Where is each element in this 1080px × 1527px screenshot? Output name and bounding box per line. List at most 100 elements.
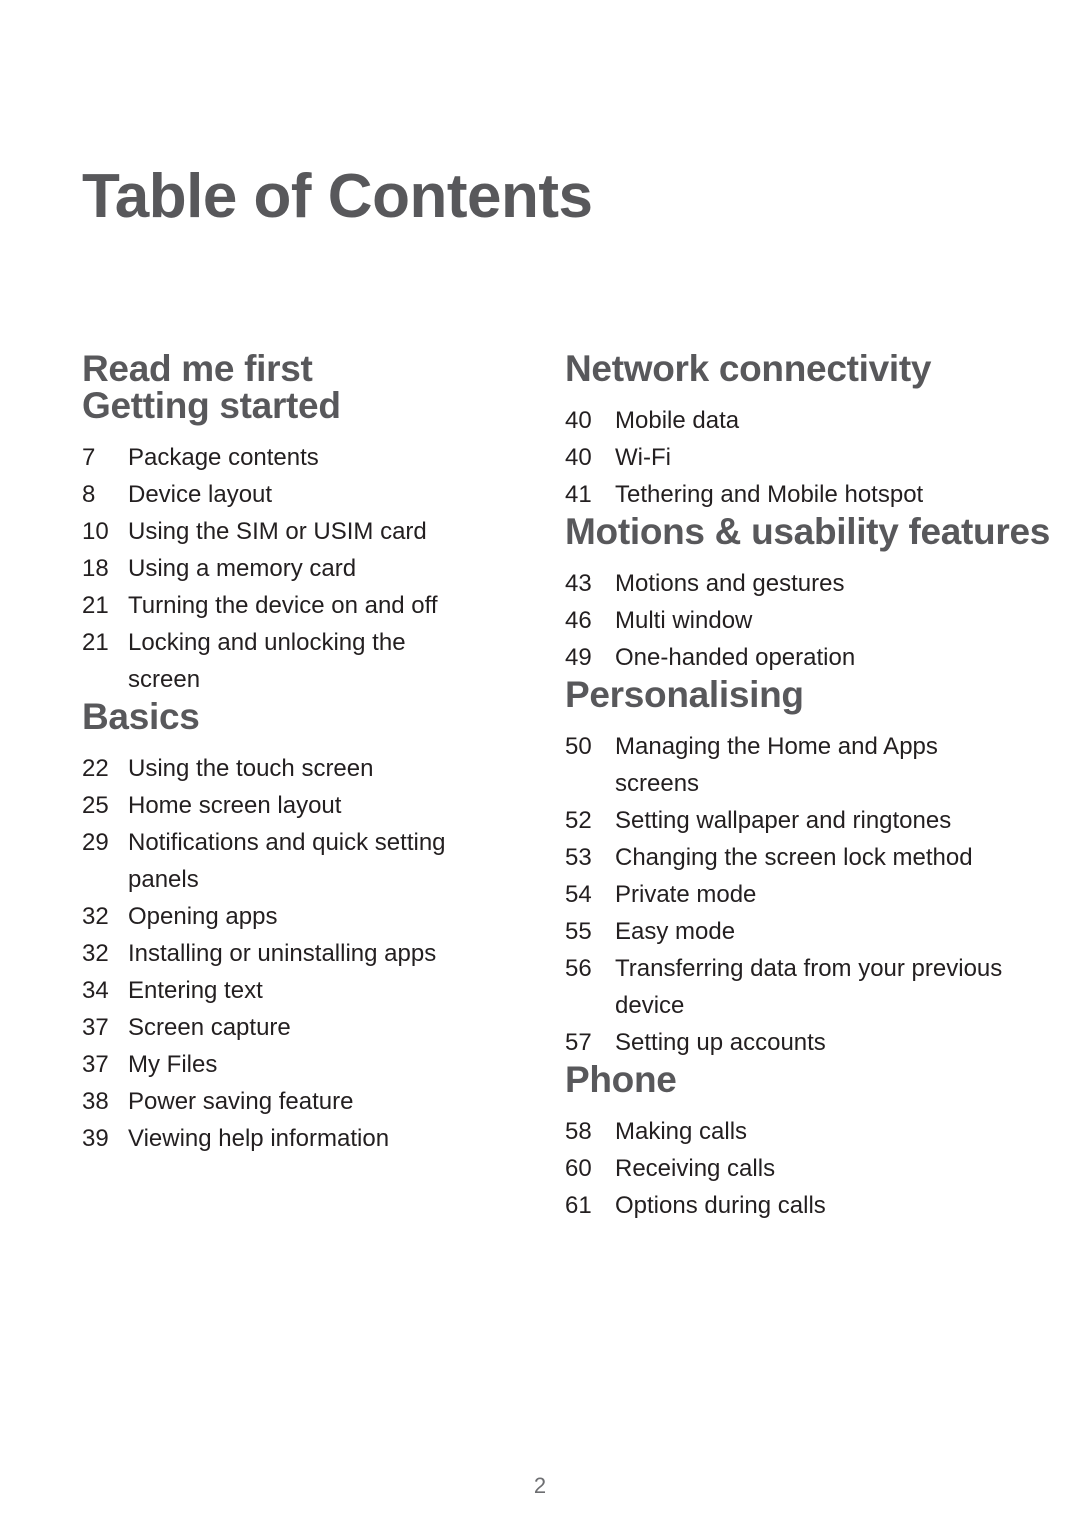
toc-columns: Read me first Getting started 7 Package … [0, 350, 1080, 1224]
entry-label: Using a memory card [128, 555, 357, 582]
entry-label: Notifications and quick setting panels [128, 829, 446, 893]
entry-page-number: 56 [565, 955, 592, 982]
section-heading[interactable]: Network connectivity [565, 350, 1003, 387]
toc-entry[interactable]: 58 Making calls [565, 1113, 1003, 1150]
toc-entry[interactable]: 57 Setting up accounts [565, 1024, 1003, 1061]
toc-entry[interactable]: 54 Private mode [565, 876, 1003, 913]
entry-page-number: 37 [82, 1014, 109, 1041]
entry-label: Mobile data [615, 407, 740, 434]
toc-entry[interactable]: 22 Using the touch screen [82, 750, 483, 787]
toc-entry[interactable]: 8 Device layout [82, 476, 483, 513]
entry-page-number: 43 [565, 570, 592, 597]
toc-entry[interactable]: 61 Options during calls [565, 1187, 1003, 1224]
toc-entry[interactable]: 38 Power saving feature [82, 1083, 483, 1120]
entry-page-number: 39 [82, 1125, 109, 1152]
entry-label: Using the SIM or USIM card [128, 518, 427, 545]
entry-page-number: 49 [565, 644, 592, 671]
toc-column-left: Read me first Getting started 7 Package … [0, 350, 483, 1157]
toc-entry[interactable]: 25 Home screen layout [82, 787, 483, 824]
toc-entry[interactable]: 55 Easy mode [565, 913, 1003, 950]
toc-entry[interactable]: 60 Receiving calls [565, 1150, 1003, 1187]
toc-entry[interactable]: 53 Changing the screen lock method [565, 839, 1003, 876]
entry-page-number: 57 [565, 1029, 592, 1056]
toc-entry[interactable]: 21 Locking and unlocking the screen [82, 624, 483, 698]
toc-entry[interactable]: 37 Screen capture [82, 1009, 483, 1046]
toc-entry[interactable]: 49 One-handed operation [565, 639, 1003, 676]
entry-label: Making calls [615, 1118, 748, 1145]
entry-label: Receiving calls [615, 1155, 776, 1182]
entry-label: My Files [128, 1051, 218, 1078]
entry-page-number: 22 [82, 755, 109, 782]
entry-label: Locking and unlocking the screen [128, 629, 406, 693]
entry-label: Turning the device on and off [128, 592, 438, 619]
toc-entry[interactable]: 46 Multi window [565, 602, 1003, 639]
toc-entry[interactable]: 39 Viewing help information [82, 1120, 483, 1157]
entry-page-number: 8 [82, 481, 96, 508]
entry-page-number: 21 [82, 629, 109, 656]
entry-label: Wi-Fi [615, 444, 671, 471]
toc-entry[interactable]: 7 Package contents [82, 439, 483, 476]
page-title: Table of Contents [82, 161, 593, 231]
toc-entry[interactable]: 52 Setting wallpaper and ringtones [565, 802, 1003, 839]
entry-list: 7 Package contents 8 Device layout 10 Us… [82, 439, 483, 698]
entry-label: Device layout [128, 481, 273, 508]
entry-page-number: 10 [82, 518, 109, 545]
toc-entry[interactable]: 18 Using a memory card [82, 550, 483, 587]
entry-page-number: 60 [565, 1155, 592, 1182]
entry-page-number: 38 [82, 1088, 109, 1115]
entry-page-number: 29 [82, 829, 109, 856]
section-heading[interactable]: Basics [82, 698, 483, 735]
entry-label: Multi window [615, 607, 753, 634]
section-phone: Phone 58 Making calls 60 Receiving calls… [565, 1061, 1003, 1224]
entry-page-number: 61 [565, 1192, 592, 1219]
entry-page-number: 32 [82, 903, 109, 930]
entry-page-number: 53 [565, 844, 592, 871]
toc-entry[interactable]: 37 My Files [82, 1046, 483, 1083]
entry-label: Transferring data from your previous dev… [615, 955, 1003, 1019]
entry-page-number: 25 [82, 792, 109, 819]
section-personalising: Personalising 50 Managing the Home and A… [565, 676, 1003, 1061]
entry-page-number: 52 [565, 807, 592, 834]
entry-page-number: 34 [82, 977, 109, 1004]
entry-label: Options during calls [615, 1192, 826, 1219]
section-heading[interactable]: Read me first [82, 350, 483, 387]
entry-label: Setting wallpaper and ringtones [615, 807, 952, 834]
section-heading[interactable]: Personalising [565, 676, 1003, 713]
entry-label: Private mode [615, 881, 757, 908]
section-network-connectivity: Network connectivity 40 Mobile data 40 W… [565, 350, 1003, 513]
entry-page-number: 54 [565, 881, 592, 908]
entry-list: 50 Managing the Home and Apps screens 52… [565, 728, 1003, 1061]
entry-label: Power saving feature [128, 1088, 354, 1115]
toc-entry[interactable]: 43 Motions and gestures [565, 565, 1003, 602]
entry-label: Using the touch screen [128, 755, 374, 782]
entry-label: Changing the screen lock method [615, 844, 973, 871]
entry-label: Installing or uninstalling apps [128, 940, 437, 967]
toc-entry[interactable]: 40 Mobile data [565, 402, 1003, 439]
toc-entry[interactable]: 40 Wi-Fi [565, 439, 1003, 476]
entry-page-number: 55 [565, 918, 592, 945]
toc-entry[interactable]: 50 Managing the Home and Apps screens [565, 728, 1003, 802]
entry-label: Easy mode [615, 918, 736, 945]
entry-label: Package contents [128, 444, 319, 471]
toc-page: Table of Contents Read me first Getting … [0, 0, 1080, 1527]
toc-entry[interactable]: 34 Entering text [82, 972, 483, 1009]
entry-page-number: 7 [82, 444, 96, 471]
page-number: 2 [533, 1473, 547, 1498]
section-heading[interactable]: Getting started [82, 387, 483, 424]
entry-list: 22 Using the touch screen 25 Home screen… [82, 750, 483, 1157]
section-heading[interactable]: Phone [565, 1061, 1003, 1098]
entry-page-number: 50 [565, 733, 592, 760]
entry-label: Tethering and Mobile hotspot [615, 481, 924, 508]
toc-entry[interactable]: 21 Turning the device on and off [82, 587, 483, 624]
entry-page-number: 37 [82, 1051, 109, 1078]
toc-entry[interactable]: 56 Transferring data from your previous … [565, 950, 1003, 1024]
toc-entry[interactable]: 32 Installing or uninstalling apps [82, 935, 483, 972]
toc-entry[interactable]: 10 Using the SIM or USIM card [82, 513, 483, 550]
entry-list: 58 Making calls 60 Receiving calls 61 Op… [565, 1113, 1003, 1224]
entry-page-number: 46 [565, 607, 592, 634]
section-heading[interactable]: Motions & usability features [565, 513, 1050, 550]
entry-label: Motions and gestures [615, 570, 845, 597]
toc-entry[interactable]: 32 Opening apps [82, 898, 483, 935]
toc-entry[interactable]: 29 Notifications and quick setting panel… [82, 824, 483, 898]
toc-entry[interactable]: 41 Tethering and Mobile hotspot [565, 476, 1003, 513]
